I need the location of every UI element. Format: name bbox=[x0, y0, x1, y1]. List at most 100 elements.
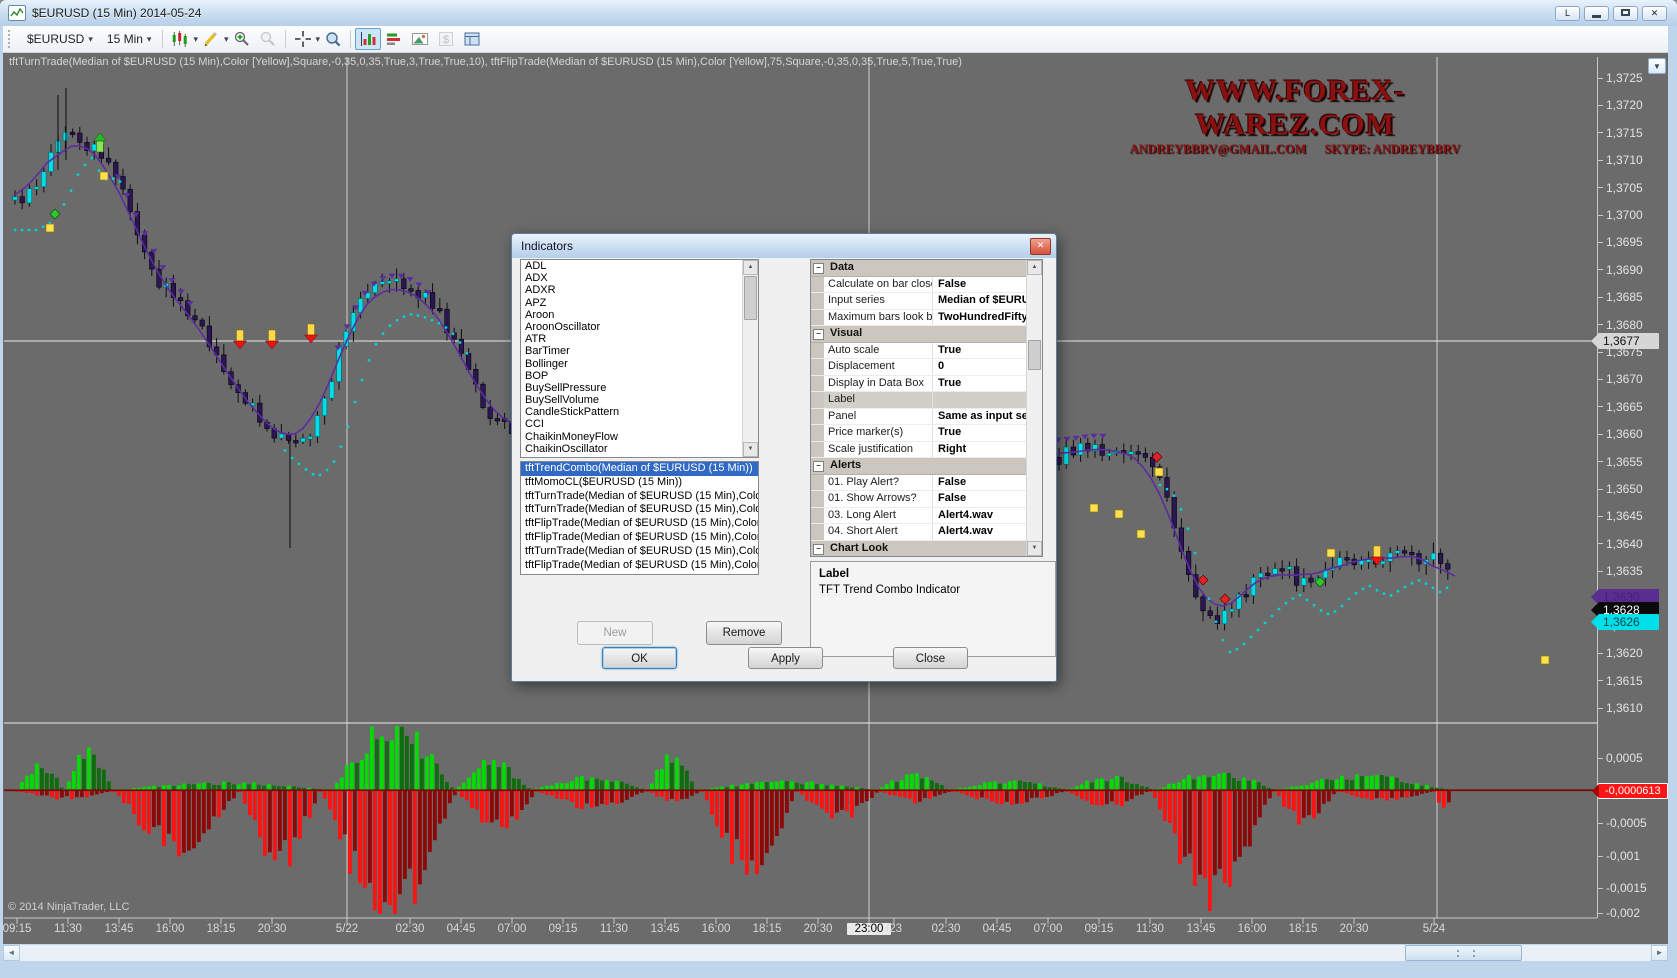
list-item[interactable]: tftFlipTrade(Median of $EURUSD (15 Min),… bbox=[521, 517, 758, 531]
collapse-icon[interactable]: − bbox=[813, 263, 824, 274]
list-item[interactable]: Bollinger bbox=[521, 358, 758, 370]
property-row[interactable]: 01. Play Alert?False bbox=[811, 475, 1042, 492]
ok-button[interactable]: OK bbox=[602, 647, 677, 669]
list-item[interactable]: Aroon bbox=[521, 309, 758, 321]
list-item[interactable]: ChaikinOscillator bbox=[521, 443, 758, 455]
price-axis[interactable]: 1,37251,37201,37151,37101,37051,37001,36… bbox=[1597, 0, 1668, 941]
property-row[interactable]: Input seriesMedian of $EURUSD bbox=[811, 293, 1042, 310]
chart-trader-button[interactable] bbox=[381, 28, 407, 50]
minimize-button[interactable] bbox=[1584, 6, 1609, 21]
tick-dash bbox=[1597, 406, 1603, 407]
property-grid-scrollbar[interactable]: ▲ ▼ bbox=[1026, 260, 1042, 556]
toolbar-grip[interactable] bbox=[8, 30, 14, 48]
list-item[interactable]: BuySellPressure bbox=[521, 382, 758, 394]
instrument-selector[interactable]: $EURUSD ▾ bbox=[20, 30, 100, 48]
dialog-title-bar[interactable]: Indicators ✕ bbox=[512, 234, 1056, 258]
list-item[interactable]: tftFlipTrade(Median of $EURUSD (15 Min),… bbox=[521, 559, 758, 573]
list-item[interactable]: tftTurnTrade(Median of $EURUSD (15 Min),… bbox=[521, 545, 758, 559]
property-section-header[interactable]: −Chart Look bbox=[811, 541, 1042, 558]
value-text: 0 bbox=[938, 359, 944, 375]
list-item[interactable]: AroonOscillator bbox=[521, 321, 758, 333]
list-item[interactable]: BuySellVolume bbox=[521, 394, 758, 406]
zoom-out-button[interactable] bbox=[255, 28, 281, 50]
interval-selector[interactable]: 15 Min ▾ bbox=[100, 30, 159, 48]
list-item[interactable]: tftTrendCombo(Median of $EURUSD (15 Min)… bbox=[521, 462, 758, 476]
list-item[interactable]: ADL bbox=[521, 260, 758, 272]
scrollbar-thumb[interactable] bbox=[744, 276, 757, 320]
scroll-down-icon[interactable]: ▼ bbox=[743, 442, 758, 457]
new-button[interactable]: New bbox=[577, 621, 653, 645]
price-tick: 1,3615 bbox=[1597, 674, 1643, 688]
scroll-up-icon[interactable]: ▲ bbox=[1027, 260, 1042, 275]
property-row[interactable]: Auto scaleTrue bbox=[811, 343, 1042, 360]
tick-dash bbox=[1597, 242, 1603, 243]
list-item[interactable]: BOP bbox=[521, 370, 758, 382]
chevron-down-icon[interactable]: ▾ bbox=[224, 34, 229, 45]
property-row[interactable]: Price marker(s)True bbox=[811, 425, 1042, 442]
data-box-button[interactable] bbox=[320, 28, 346, 50]
scrollbar-thumb[interactable] bbox=[1405, 945, 1522, 961]
layout-button[interactable]: L bbox=[1555, 6, 1580, 21]
list-item[interactable]: tftFlipTrade(Median of $EURUSD (15 Min),… bbox=[521, 531, 758, 545]
scroll-left-icon[interactable]: ◄ bbox=[3, 945, 20, 961]
list-item[interactable]: tftTurnTrade(Median of $EURUSD (15 Min),… bbox=[521, 503, 758, 517]
marker-arrow bbox=[1591, 590, 1598, 604]
property-row[interactable]: Displacement0 bbox=[811, 359, 1042, 376]
indicators-button[interactable] bbox=[355, 28, 381, 50]
collapse-icon[interactable]: − bbox=[813, 544, 824, 555]
chart-properties-button[interactable] bbox=[459, 28, 485, 50]
property-row[interactable]: 04. Short AlertAlert4.wav bbox=[811, 524, 1042, 541]
dialog-close-icon[interactable]: ✕ bbox=[1030, 238, 1051, 255]
list-item[interactable]: CandleStickPattern bbox=[521, 406, 758, 418]
property-row[interactable]: Calculate on bar closeFalse bbox=[811, 277, 1042, 294]
close-dialog-button[interactable]: Close bbox=[893, 647, 968, 669]
property-row[interactable]: Scale justificationRight bbox=[811, 442, 1042, 459]
maximize-button[interactable] bbox=[1613, 6, 1638, 21]
list-item[interactable]: APZ bbox=[521, 297, 758, 309]
list-item[interactable]: CCI bbox=[521, 418, 758, 430]
panel-collapse-button[interactable]: ▼ bbox=[1648, 58, 1666, 74]
remove-button[interactable]: Remove bbox=[706, 621, 782, 645]
property-row[interactable]: Maximum bars look backTwoHundredFiftySix bbox=[811, 310, 1042, 327]
tick-dash bbox=[1597, 571, 1603, 572]
scroll-up-icon[interactable]: ▲ bbox=[743, 260, 758, 275]
apply-button[interactable]: Apply bbox=[748, 647, 823, 669]
collapse-icon[interactable]: − bbox=[813, 329, 824, 340]
list-item[interactable]: tftTurnTrade(Median of $EURUSD (15 Min),… bbox=[521, 490, 758, 504]
time-label: 18:15 bbox=[199, 923, 243, 935]
property-row[interactable]: 01. Show Arrows?False bbox=[811, 491, 1042, 508]
indicators-icon bbox=[359, 30, 377, 48]
scroll-down-icon[interactable]: ▼ bbox=[1027, 541, 1042, 556]
chart-style-button[interactable] bbox=[167, 28, 193, 50]
strategies-button[interactable]: $ bbox=[433, 28, 459, 50]
property-section-header[interactable]: −Visual bbox=[811, 326, 1042, 343]
list-item[interactable]: ADXR bbox=[521, 284, 758, 296]
list-item[interactable]: ATR bbox=[521, 333, 758, 345]
crosshair-button[interactable] bbox=[290, 28, 316, 50]
collapse-icon[interactable]: − bbox=[813, 461, 824, 472]
configured-indicators-list[interactable]: tftTrendCombo(Median of $EURUSD (15 Min)… bbox=[520, 461, 759, 575]
scroll-right-icon[interactable]: ► bbox=[1651, 945, 1668, 961]
property-row[interactable]: PanelSame as input series bbox=[811, 409, 1042, 426]
row-indent bbox=[811, 475, 824, 491]
price-tick: 1,3610 bbox=[1597, 701, 1643, 715]
time-axis[interactable]: 09:1511:3013:4516:0018:1520:305/2202:300… bbox=[0, 919, 1597, 939]
property-section-header[interactable]: −Data bbox=[811, 260, 1042, 277]
available-indicators-list[interactable]: ADLADXADXRAPZAroonAroonOscillatorATRBarT… bbox=[520, 259, 759, 458]
list-item[interactable]: BarTimer bbox=[521, 345, 758, 357]
list-item[interactable]: ADX bbox=[521, 272, 758, 284]
property-row[interactable]: 03. Long AlertAlert4.wav bbox=[811, 508, 1042, 525]
horizontal-scrollbar[interactable]: ◄ ► bbox=[3, 945, 1668, 961]
close-button[interactable]: ✕ bbox=[1642, 6, 1667, 21]
scrollbar-thumb[interactable] bbox=[1028, 340, 1041, 370]
list-item[interactable]: tftMomoCL($EURUSD (15 Min)) bbox=[521, 476, 758, 490]
property-row[interactable]: Display in Data BoxTrue bbox=[811, 376, 1042, 393]
zoom-in-button[interactable] bbox=[229, 28, 255, 50]
drawing-tools-button[interactable] bbox=[198, 28, 224, 50]
property-grid[interactable]: −DataCalculate on bar closeFalseInput se… bbox=[810, 259, 1043, 557]
available-list-scrollbar[interactable]: ▲ ▼ bbox=[742, 260, 758, 457]
property-row[interactable]: Label bbox=[811, 392, 1042, 409]
snapshot-button[interactable] bbox=[407, 28, 433, 50]
property-section-header[interactable]: −Alerts bbox=[811, 458, 1042, 475]
list-item[interactable]: ChaikinMoneyFlow bbox=[521, 431, 758, 443]
